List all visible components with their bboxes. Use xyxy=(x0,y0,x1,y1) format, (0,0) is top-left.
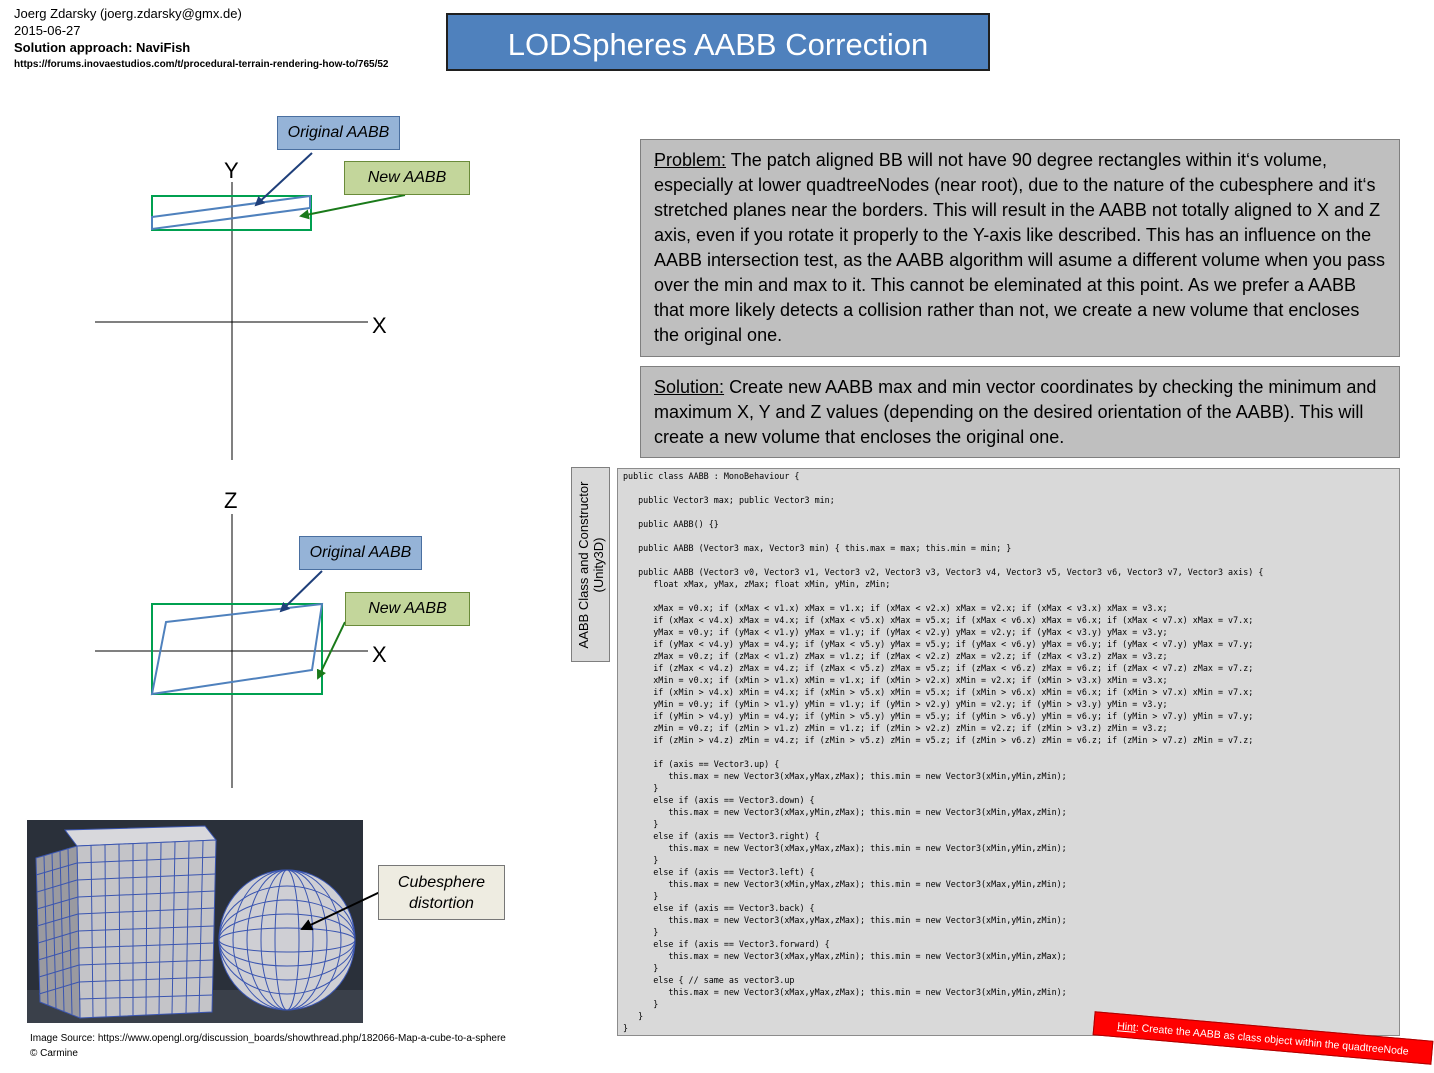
top-axis-y-label: Y xyxy=(224,158,239,183)
solution-box: Solution: Create new AABB max and min ve… xyxy=(640,366,1400,458)
bottom-axis-z-label: Z xyxy=(224,488,238,513)
code-block: public class AABB : MonoBehaviour { publ… xyxy=(617,468,1400,1036)
image-source: Image Source: https://www.opengl.org/dis… xyxy=(30,1033,506,1044)
top-diagram xyxy=(95,152,406,460)
bottom-axis-x-label: X xyxy=(372,642,387,667)
solution-text: Create new AABB max and min vector coord… xyxy=(654,377,1377,447)
code-side-label-box: AABB Class and Constructor (Unity3D) xyxy=(571,467,610,662)
top-original-aabb-shape xyxy=(151,194,311,231)
bottom-original-aabb-shape xyxy=(150,602,324,696)
top-axis-x-label: X xyxy=(372,313,387,338)
bottom-original-aabb-label: Original AABB xyxy=(299,536,422,570)
problem-box: Problem: The patch aligned BB will not h… xyxy=(640,139,1400,357)
top-new-aabb-label: New AABB xyxy=(344,161,470,195)
image-credit: © Carmine xyxy=(30,1048,78,1059)
hint-heading: Hint xyxy=(1116,1020,1137,1034)
bottom-new-aabb-label: New AABB xyxy=(345,592,470,626)
top-original-aabb-label: Original AABB xyxy=(277,116,400,150)
cubesphere-image xyxy=(27,820,381,1023)
problem-heading: Problem: xyxy=(654,150,727,170)
solution-heading: Solution: xyxy=(654,377,725,397)
top-new-arrow xyxy=(299,194,406,220)
image-caption: Image Source: https://www.opengl.org/dis… xyxy=(30,1031,506,1061)
problem-text: The patch aligned BB will not have 90 de… xyxy=(654,150,1386,345)
sphere-body xyxy=(218,869,356,1011)
code-side-label: AABB Class and Constructor (Unity3D) xyxy=(575,481,606,648)
cubesphere-label: Cubesphere distortion xyxy=(378,865,505,920)
